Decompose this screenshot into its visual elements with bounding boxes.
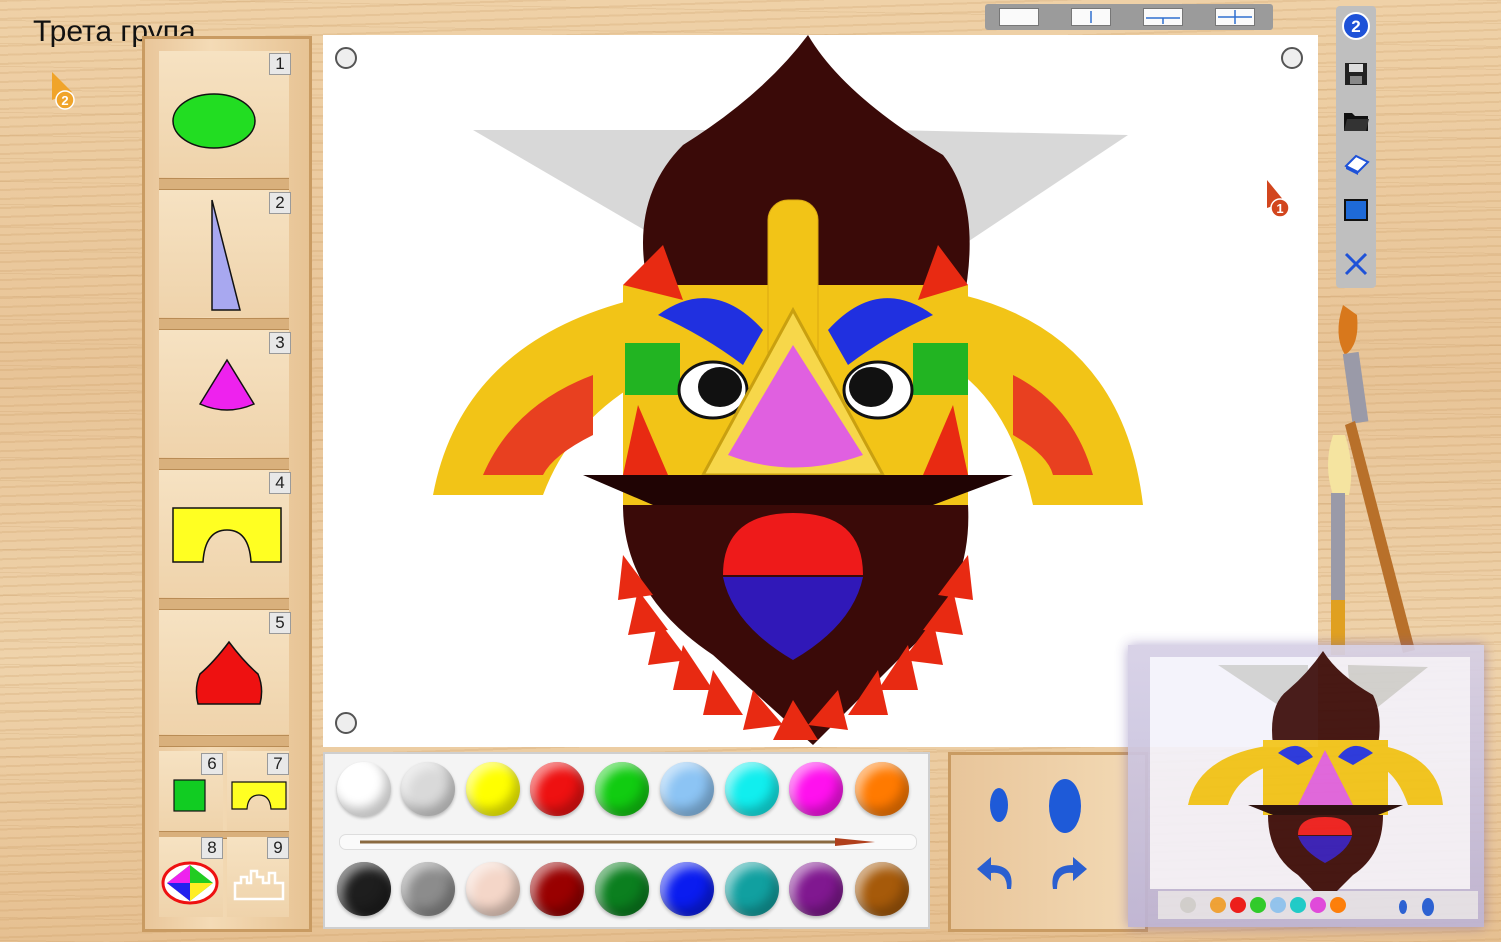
shape-slot-3[interactable]: 3 bbox=[159, 330, 291, 457]
castle-outline-icon bbox=[233, 869, 285, 901]
slot-number: 4 bbox=[269, 472, 291, 494]
symmetry-cross-button[interactable] bbox=[1215, 8, 1255, 26]
slot-number: 6 bbox=[201, 753, 223, 775]
slot-number: 2 bbox=[269, 192, 291, 214]
color-swatch-purple[interactable] bbox=[789, 862, 843, 916]
shape-palette: 1 2 3 4 5 6 7 8 9 bbox=[142, 36, 312, 932]
preview-image bbox=[1150, 651, 1478, 919]
fill-button[interactable] bbox=[1340, 192, 1372, 228]
undo-icon[interactable] bbox=[971, 851, 1021, 895]
canvas-corner-handle-top-left[interactable] bbox=[335, 47, 357, 69]
cross-line-icon bbox=[1218, 10, 1252, 24]
file-toolbar: 2 bbox=[1336, 6, 1376, 288]
color-palette bbox=[323, 752, 930, 929]
slot-divider bbox=[159, 598, 289, 610]
shape-slot-6[interactable]: 6 bbox=[159, 751, 223, 831]
color-swatch-teal[interactable] bbox=[725, 862, 779, 916]
preview-thumbnail bbox=[1128, 645, 1484, 927]
slot-number: 8 bbox=[201, 837, 223, 859]
slot-number: 7 bbox=[267, 753, 289, 775]
green-square-shape bbox=[173, 779, 206, 812]
canvas-corner-handle-top-right[interactable] bbox=[1281, 47, 1303, 69]
right-cheek-square bbox=[913, 343, 968, 395]
shape-slot-2[interactable]: 2 bbox=[159, 190, 291, 317]
brush-size-slider[interactable] bbox=[339, 834, 917, 850]
symmetry-toolbar bbox=[985, 4, 1273, 30]
eraser-button[interactable] bbox=[1340, 146, 1372, 182]
step-marker-icon: 1 bbox=[1267, 180, 1290, 218]
color-swatch-blue[interactable] bbox=[660, 862, 714, 916]
symmetry-horizontal-button[interactable] bbox=[1143, 8, 1183, 26]
close-icon bbox=[1344, 252, 1368, 276]
color-swatch-light-gray[interactable] bbox=[401, 762, 455, 816]
color-swatch-magenta[interactable] bbox=[789, 762, 843, 816]
save-button[interactable] bbox=[1340, 56, 1372, 92]
paintbrush-icon bbox=[1328, 305, 1415, 655]
red-dome-shape bbox=[195, 640, 263, 705]
slot-divider bbox=[159, 178, 289, 190]
shape-slot-1[interactable]: 1 bbox=[159, 51, 291, 177]
color-swatch-brown[interactable] bbox=[855, 862, 909, 916]
color-swatch-light-blue[interactable] bbox=[660, 762, 714, 816]
color-swatch-green[interactable] bbox=[595, 762, 649, 816]
mask-drawing bbox=[433, 35, 1143, 745]
drawing-canvas[interactable]: 1 bbox=[323, 35, 1318, 747]
color-swatch-dark-red[interactable] bbox=[530, 862, 584, 916]
yellow-arch-shape bbox=[172, 507, 282, 563]
slot-number: 9 bbox=[267, 837, 289, 859]
left-cheek-square bbox=[625, 343, 680, 395]
shape-slot-9[interactable]: 9 bbox=[227, 837, 289, 917]
fill-icon bbox=[1344, 199, 1368, 221]
save-icon bbox=[1345, 63, 1367, 85]
green-ellipse-shape bbox=[172, 93, 256, 149]
color-swatch-orange[interactable] bbox=[855, 762, 909, 816]
shape-slot-7[interactable]: 7 bbox=[227, 751, 289, 831]
color-swatch-cyan[interactable] bbox=[725, 762, 779, 816]
slot-divider bbox=[159, 735, 289, 747]
lavender-triangle-shape bbox=[211, 199, 241, 311]
slot-number: 3 bbox=[269, 332, 291, 354]
large-brush-icon[interactable] bbox=[1047, 777, 1083, 835]
slot-number: 5 bbox=[269, 612, 291, 634]
small-brush-icon[interactable] bbox=[987, 785, 1011, 825]
step-marker-icon: 2 bbox=[52, 72, 75, 110]
brush-tools-panel bbox=[948, 752, 1148, 932]
magenta-sector-shape bbox=[198, 358, 256, 411]
horizontal-line-icon bbox=[1146, 17, 1180, 24]
redo-icon[interactable] bbox=[1043, 851, 1093, 895]
color-swatch-gray[interactable] bbox=[401, 862, 455, 916]
step-badge-number: 2 bbox=[1351, 17, 1360, 36]
open-button[interactable] bbox=[1340, 102, 1372, 138]
yellow-arch-small-shape bbox=[231, 781, 287, 810]
symmetry-vertical-button[interactable] bbox=[1071, 8, 1111, 26]
shape-slot-5[interactable]: 5 bbox=[159, 610, 291, 734]
step-marker-number: 2 bbox=[61, 93, 68, 108]
slot-divider bbox=[159, 318, 289, 330]
color-swatch-dark-green[interactable] bbox=[595, 862, 649, 916]
color-swatch-yellow[interactable] bbox=[466, 762, 520, 816]
color-swatch-skin[interactable] bbox=[466, 862, 520, 916]
slot-number: 1 bbox=[269, 53, 291, 75]
slot-divider bbox=[159, 458, 289, 470]
canvas-corner-handle-bottom-left[interactable] bbox=[335, 712, 357, 734]
paintbrush-slider-icon bbox=[360, 838, 875, 846]
color-swatch-white[interactable] bbox=[337, 762, 391, 816]
open-folder-icon bbox=[1344, 113, 1369, 131]
vertical-line-icon bbox=[1090, 11, 1092, 23]
eraser-icon bbox=[1344, 154, 1370, 175]
step-marker-number: 1 bbox=[1276, 201, 1283, 216]
step-badge: 2 bbox=[1340, 8, 1372, 44]
shape-slot-4[interactable]: 4 bbox=[159, 470, 291, 597]
color-swatch-black[interactable] bbox=[337, 862, 391, 916]
color-swatch-red[interactable] bbox=[530, 762, 584, 816]
multicolor-ellipse-shape bbox=[161, 861, 219, 905]
shape-slot-8[interactable]: 8 bbox=[159, 837, 223, 917]
close-button[interactable] bbox=[1340, 246, 1372, 282]
symmetry-none-button[interactable] bbox=[999, 8, 1039, 26]
